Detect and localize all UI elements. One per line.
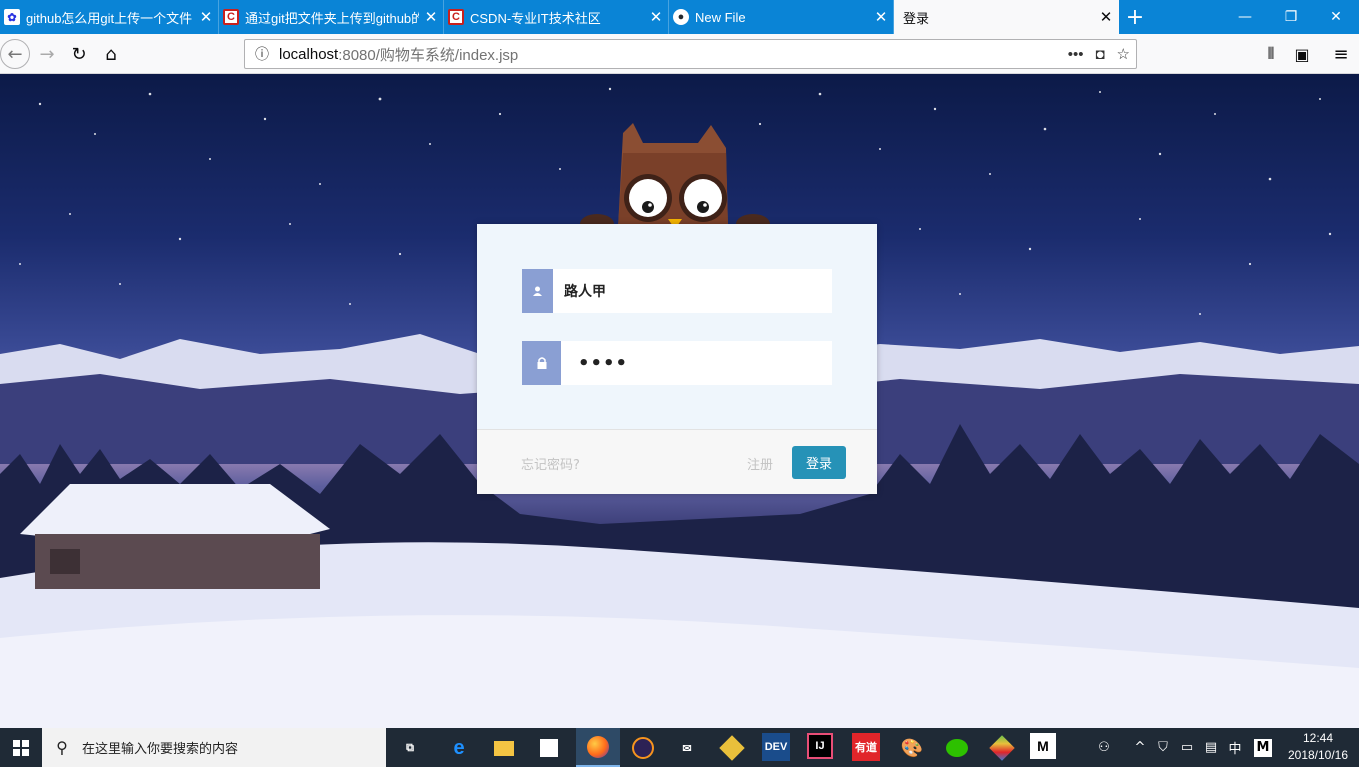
app-icon[interactable] bbox=[717, 733, 747, 763]
youdao-label: 有道 bbox=[855, 742, 877, 754]
csdn-icon: C bbox=[223, 9, 239, 25]
battery-icon[interactable]: ▭ bbox=[1176, 728, 1198, 767]
tab-login[interactable]: 登录 ✕ bbox=[894, 0, 1119, 34]
menu-icon[interactable]: ≡ bbox=[1326, 39, 1356, 69]
password-field[interactable] bbox=[522, 341, 832, 385]
tray-expand-icon[interactable]: ^ bbox=[1130, 728, 1150, 767]
close-icon[interactable]: ✕ bbox=[194, 8, 218, 26]
site-info-icon[interactable]: ⓘ bbox=[245, 44, 279, 64]
search-placeholder: 在这里输入你要搜索的内容 bbox=[82, 742, 239, 757]
tab-title: 登录 bbox=[903, 10, 930, 26]
baidu-paw-icon: ✿ bbox=[4, 9, 20, 25]
intellij-icon[interactable]: IJ bbox=[807, 733, 833, 759]
navigation-toolbar: ← → ↻ ⌂ ⓘ localhost :8080/购物车系统/index.js… bbox=[0, 34, 1359, 74]
password-input[interactable] bbox=[561, 341, 832, 385]
username-input[interactable] bbox=[553, 269, 832, 313]
clock-date: 2018/10/16 bbox=[1287, 748, 1349, 762]
url-bar[interactable]: ⓘ localhost :8080/购物车系统/index.jsp ••• ◘ … bbox=[244, 39, 1137, 69]
tab-title: CSDN-专业IT技术社区 bbox=[470, 10, 601, 26]
minimize-button[interactable]: — bbox=[1222, 0, 1268, 34]
tab-github-question[interactable]: ✿ github怎么用git上传一个文件 ✕ bbox=[0, 0, 219, 34]
url-host: localhost bbox=[279, 45, 339, 63]
paint-icon[interactable]: 🎨 bbox=[897, 733, 927, 763]
m-app-label: M bbox=[1037, 738, 1049, 754]
back-button[interactable]: ← bbox=[0, 39, 30, 69]
tab-csdn[interactable]: C CSDN-专业IT技术社区 ✕ bbox=[444, 0, 669, 34]
username-field[interactable] bbox=[522, 269, 832, 313]
register-link[interactable]: 注册 bbox=[747, 454, 773, 473]
new-tab-button[interactable]: + bbox=[1122, 0, 1148, 34]
lock-icon bbox=[522, 341, 561, 385]
windows-taskbar: ⚲ 在这里输入你要搜索的内容 ⧉ e ✉ DEV IJ 有道 🎨 M ⚇ ^ ⛉… bbox=[0, 728, 1359, 767]
mail-icon[interactable]: ✉ bbox=[672, 733, 702, 763]
tab-git-upload-folder[interactable]: C 通过git把文件夹上传到github的 ✕ bbox=[219, 0, 444, 34]
url-path: :8080/购物车系统/index.jsp bbox=[338, 46, 519, 64]
bookmark-star-icon[interactable]: ☆ bbox=[1117, 45, 1130, 63]
close-icon[interactable]: ✕ bbox=[1094, 8, 1118, 26]
close-icon[interactable]: ✕ bbox=[644, 8, 668, 26]
eclipse-icon[interactable] bbox=[628, 733, 658, 763]
file-explorer-icon[interactable] bbox=[489, 733, 519, 763]
search-icon: ⚲ bbox=[56, 738, 68, 757]
people-icon[interactable]: ⚇ bbox=[1092, 728, 1116, 767]
home-button[interactable]: ⌂ bbox=[96, 39, 126, 69]
devcpp-icon[interactable]: DEV bbox=[762, 733, 790, 761]
tab-new-file[interactable]: ● New File ✕ bbox=[669, 0, 894, 34]
close-icon[interactable]: ✕ bbox=[869, 8, 893, 26]
shield-icon[interactable]: ⛉ bbox=[1152, 728, 1174, 767]
login-card: 忘记密码? 注册 登录 bbox=[477, 224, 877, 494]
task-view-icon[interactable]: ⧉ bbox=[395, 733, 425, 763]
owl-mascot bbox=[580, 123, 770, 234]
tab-bar: ✿ github怎么用git上传一个文件 ✕ C 通过git把文件夹上传到git… bbox=[0, 0, 1359, 34]
m-tray-icon[interactable]: M bbox=[1250, 728, 1276, 767]
login-card-footer: 忘记密码? 注册 登录 bbox=[477, 429, 877, 494]
git-icon[interactable] bbox=[987, 733, 1017, 763]
taskbar-search[interactable]: ⚲ 在这里输入你要搜索的内容 bbox=[42, 728, 386, 767]
login-button[interactable]: 登录 bbox=[792, 446, 846, 479]
ime-indicator[interactable]: 中 bbox=[1224, 728, 1246, 767]
network-icon[interactable]: ▤ bbox=[1200, 728, 1222, 767]
tab-title: 通过git把文件夹上传到github的 bbox=[245, 10, 419, 26]
restore-button[interactable]: ❐ bbox=[1268, 0, 1314, 34]
tab-title: github怎么用git上传一个文件 bbox=[26, 10, 193, 26]
github-icon: ● bbox=[673, 9, 689, 25]
csdn-icon: C bbox=[448, 9, 464, 25]
library-icon[interactable]: ⫴ bbox=[1256, 39, 1286, 69]
forward-button[interactable]: → bbox=[32, 39, 62, 69]
user-icon bbox=[522, 269, 553, 313]
system-clock[interactable]: 12:44 2018/10/16 bbox=[1283, 730, 1353, 764]
intellij-label: IJ bbox=[815, 740, 825, 752]
forgot-password-link[interactable]: 忘记密码? bbox=[521, 454, 580, 473]
page-actions-icon[interactable]: ••• bbox=[1068, 46, 1084, 63]
cabin bbox=[20, 484, 330, 589]
youdao-icon[interactable]: 有道 bbox=[852, 733, 880, 761]
windows-logo-icon bbox=[13, 739, 29, 756]
wechat-icon[interactable] bbox=[942, 733, 972, 763]
close-icon[interactable]: ✕ bbox=[419, 8, 443, 26]
edge-icon[interactable]: e bbox=[444, 733, 474, 763]
m-app-icon[interactable]: M bbox=[1030, 733, 1056, 759]
store-icon[interactable] bbox=[534, 733, 564, 763]
window-close-button[interactable]: ✕ bbox=[1313, 0, 1359, 34]
devcpp-label: DEV bbox=[764, 741, 788, 753]
reload-button[interactable]: ↻ bbox=[64, 39, 94, 69]
pocket-icon[interactable]: ◘ bbox=[1095, 46, 1104, 63]
sidebar-icon[interactable]: ▣ bbox=[1287, 39, 1317, 69]
firefox-icon[interactable] bbox=[576, 728, 620, 767]
tab-title: New File bbox=[695, 9, 746, 25]
clock-time: 12:44 bbox=[1302, 731, 1334, 745]
start-button[interactable] bbox=[0, 728, 42, 767]
